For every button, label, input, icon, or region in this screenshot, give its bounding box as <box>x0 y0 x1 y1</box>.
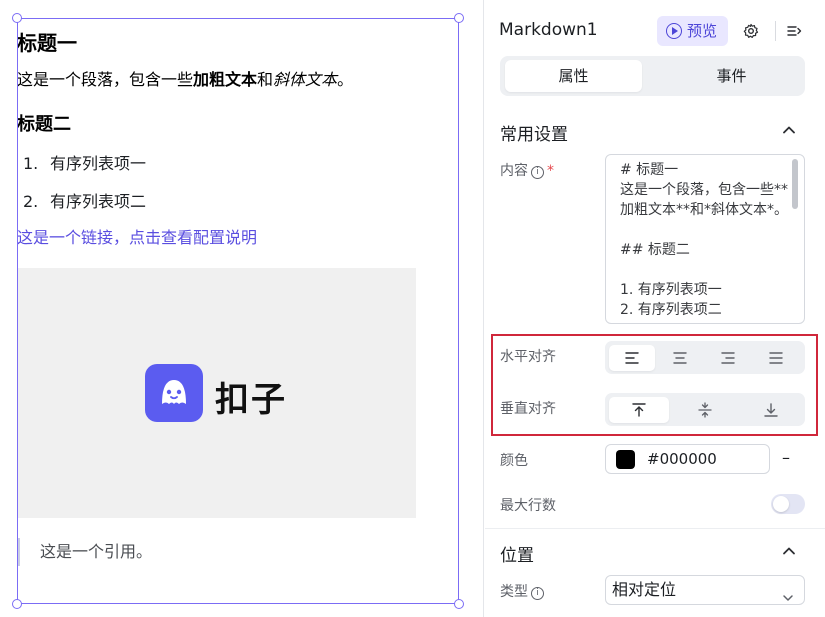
type-select[interactable]: 相对定位 <box>605 575 805 605</box>
preview-button[interactable]: 预览 <box>657 16 728 46</box>
preview-button-label: 预览 <box>687 22 718 40</box>
chevron-down-icon <box>782 585 794 613</box>
collapse-panel-icon[interactable] <box>785 22 803 40</box>
chevron-up-icon[interactable] <box>782 543 796 557</box>
info-icon[interactable]: i <box>531 587 544 600</box>
tab-properties[interactable]: 属性 <box>505 60 642 92</box>
play-icon <box>666 23 682 39</box>
type-select-value: 相对定位 <box>612 580 677 599</box>
type-label: 类型 i <box>500 581 544 601</box>
panel-header: Markdown1 预览 <box>485 0 825 50</box>
resize-handle-bottom-right[interactable] <box>454 599 464 609</box>
required-asterisk: * <box>547 163 554 179</box>
textarea-scrollbar[interactable] <box>792 159 798 209</box>
section-common-settings[interactable]: 常用设置 <box>500 120 568 145</box>
resize-handle-top-left[interactable] <box>12 13 22 23</box>
content-label-text: 内容 <box>500 163 528 179</box>
color-input[interactable]: #000000 <box>605 444 770 474</box>
component-name[interactable]: Markdown1 <box>499 20 598 40</box>
canvas-area[interactable]: 标题一 这是一个段落，包含一些加粗文本和斜体文本。 标题二 1. 有序列表项一 2… <box>0 0 484 617</box>
resize-handle-bottom-left[interactable] <box>12 599 22 609</box>
section-divider <box>485 528 825 529</box>
color-label: 颜色 <box>500 453 528 469</box>
toggle-knob <box>773 496 789 512</box>
gear-icon[interactable] <box>743 23 759 39</box>
color-swatch[interactable] <box>616 450 635 469</box>
chevron-up-icon[interactable] <box>782 122 796 136</box>
resize-handle-top-right[interactable] <box>454 13 464 23</box>
content-textarea[interactable]: # 标题一 这是一个段落，包含一些**加粗文本**和*斜体文本*。 ## 标题二… <box>605 154 805 324</box>
type-label-text: 类型 <box>500 584 528 600</box>
alignment-highlight-box <box>491 334 818 436</box>
section-position[interactable]: 位置 <box>500 541 534 566</box>
header-divider <box>775 21 776 41</box>
tab-events[interactable]: 事件 <box>663 60 800 92</box>
remove-color-button[interactable]: – <box>782 448 790 467</box>
max-lines-label: 最大行数 <box>500 498 556 514</box>
color-value: #000000 <box>647 450 717 468</box>
property-panel: Markdown1 预览 属性 事件 常用设置 内容 i * # 标题一 这是一个段… <box>485 0 825 617</box>
panel-tabs: 属性 事件 <box>500 56 805 96</box>
selection-box[interactable] <box>17 18 459 604</box>
info-icon[interactable]: i <box>531 166 544 179</box>
max-lines-toggle[interactable] <box>771 494 805 514</box>
content-label: 内容 i * <box>500 160 554 180</box>
